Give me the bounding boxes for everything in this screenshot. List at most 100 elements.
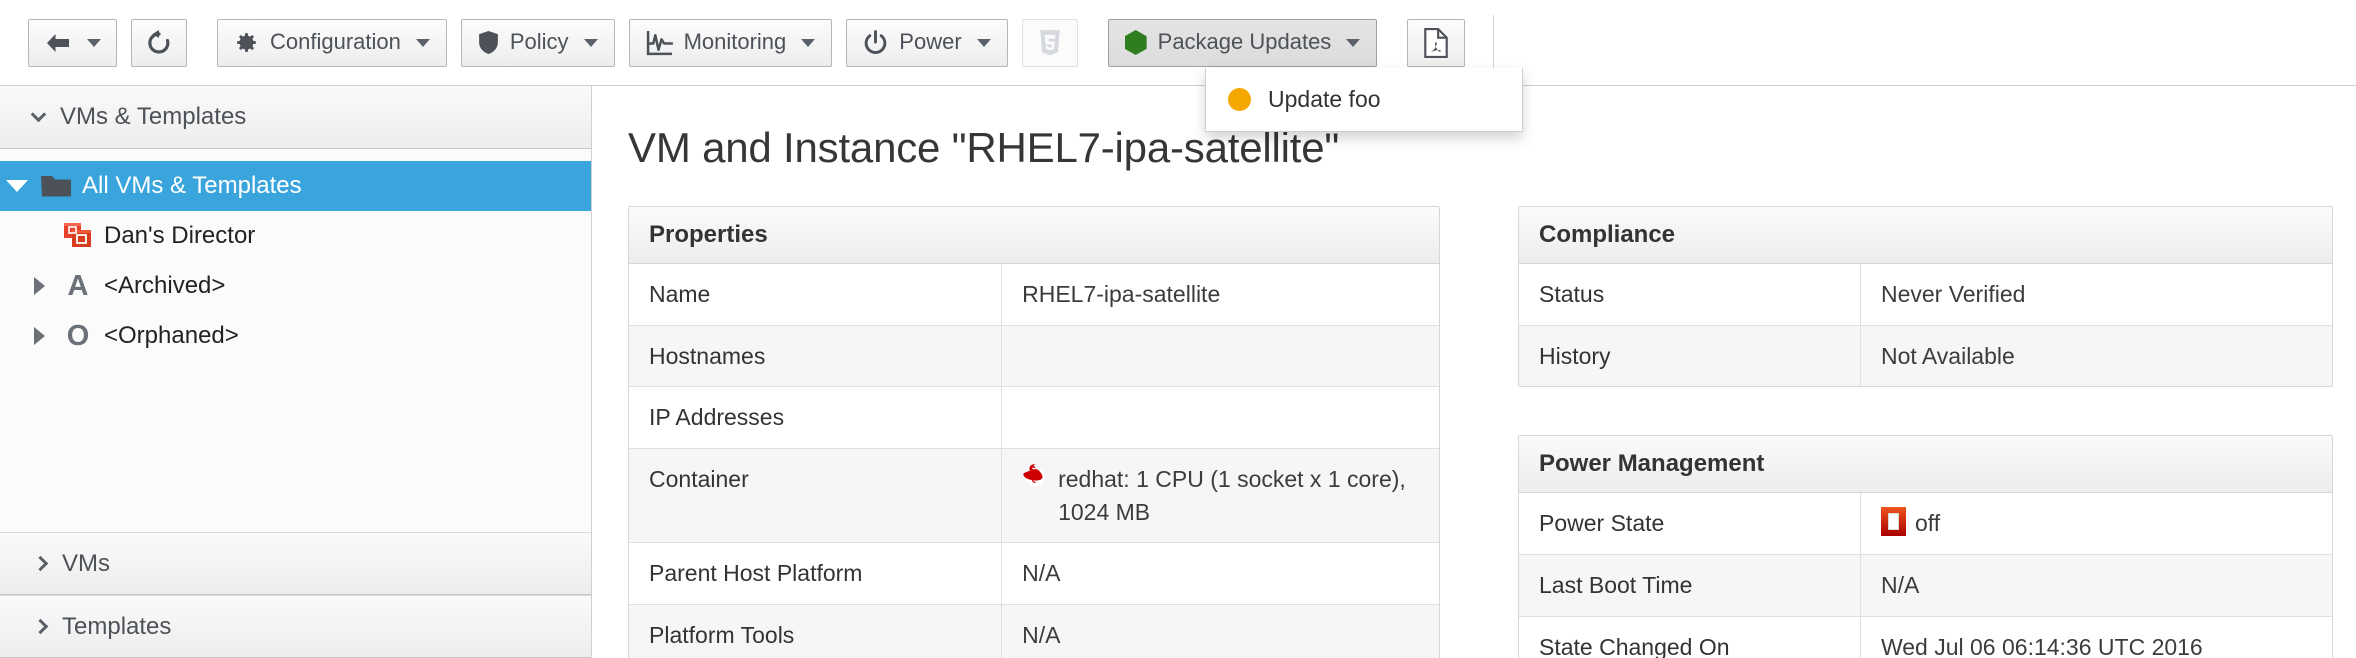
html5-console-button[interactable] [1022, 19, 1078, 67]
right-column: Compliance Status Never Verified History… [1518, 206, 2333, 658]
row-value: Not Available [1860, 325, 2332, 386]
table-row: Hostnames [629, 325, 1439, 387]
orange-dot-icon [1228, 88, 1251, 111]
tree-item-label: <Orphaned> [100, 322, 239, 350]
row-key: Hostnames [629, 325, 1002, 387]
properties-panel-title: Properties [629, 207, 1439, 264]
row-value: off [1915, 507, 1940, 540]
sidebar-section-label: VMs & Templates [60, 103, 246, 131]
row-key: IP Addresses [629, 387, 1002, 449]
row-key: History [1519, 325, 1860, 386]
arrow-left-icon [44, 31, 72, 55]
monitoring-button[interactable]: Monitoring [629, 19, 833, 67]
row-value [1002, 387, 1439, 449]
nav-button-group [28, 19, 187, 67]
letter-a-icon: A [56, 272, 100, 301]
row-value-power-state: off [1860, 493, 2332, 554]
tree-item-label: <Archived> [100, 272, 225, 300]
package-updates-button[interactable]: Package Updates [1108, 19, 1378, 67]
hexagon-icon [1125, 30, 1147, 55]
tree-item-label: All VMs & Templates [78, 172, 302, 200]
chevron-down-icon [31, 107, 47, 123]
table-row: Container redhat: 1 CPU (1 socket x 1 co… [629, 448, 1439, 542]
tree-item-all-vms-and-templates[interactable]: All VMs & Templates [0, 161, 591, 211]
row-value [1002, 325, 1439, 387]
power-button-label: Power [899, 31, 961, 55]
power-management-panel: Power Management Power State off [1518, 435, 2333, 658]
power-management-table: Power State off Last Boot Time N/A [1519, 493, 2332, 658]
vm-tree: All VMs & Templates Dan's Director [0, 149, 591, 532]
tree-twisty-expanded[interactable] [0, 180, 34, 192]
tree-twisty-collapsed[interactable] [22, 277, 56, 295]
configuration-button-label: Configuration [270, 31, 401, 55]
row-value: redhat: 1 CPU (1 socket x 1 core), 1024 … [1058, 463, 1419, 528]
row-key: Container [629, 448, 1002, 542]
back-button[interactable] [28, 19, 117, 67]
row-value: RHEL7-ipa-satellite [1002, 264, 1439, 325]
monitoring-button-label: Monitoring [684, 31, 787, 55]
triangle-right-icon [34, 327, 45, 345]
row-key: Name [629, 264, 1002, 325]
sidebar-section-label: Templates [62, 613, 171, 641]
configuration-button[interactable]: Configuration [217, 19, 447, 67]
sidebar-section-vms[interactable]: VMs [0, 532, 591, 595]
table-row: Platform Tools N/A [629, 604, 1439, 658]
policy-button-label: Policy [510, 31, 569, 55]
html5-icon [1038, 29, 1062, 57]
triangle-down-icon [6, 180, 28, 192]
tree-twisty-collapsed[interactable] [22, 327, 56, 345]
row-value: Never Verified [1860, 264, 2332, 325]
row-key: Platform Tools [629, 604, 1002, 658]
row-key: Power State [1519, 493, 1860, 554]
table-row: Power State off [1519, 493, 2332, 554]
refresh-button[interactable] [131, 19, 187, 67]
chevron-down-icon [977, 39, 991, 47]
vm-cluster-icon [56, 221, 100, 251]
letter-o-icon: O [56, 322, 100, 351]
chevron-down-icon [416, 39, 430, 47]
download-pdf-button[interactable] [1407, 19, 1465, 67]
chevron-right-icon [33, 556, 49, 572]
row-key: Last Boot Time [1519, 554, 1860, 616]
chevron-down-icon [87, 39, 101, 47]
row-key: State Changed On [1519, 616, 1860, 658]
row-key: Parent Host Platform [629, 543, 1002, 605]
tree-item-dans-director[interactable]: Dan's Director [0, 211, 591, 261]
chevron-down-icon [584, 39, 598, 47]
panel-columns: Properties Name RHEL7-ipa-satellite Host… [628, 206, 2356, 658]
row-value: Wed Jul 06 06:14:36 UTC 2016 [1860, 616, 2332, 658]
policy-button[interactable]: Policy [461, 19, 615, 67]
table-row: State Changed On Wed Jul 06 06:14:36 UTC… [1519, 616, 2332, 658]
tree-item-label: Dan's Director [100, 222, 255, 250]
tree-item-archived[interactable]: A <Archived> [0, 261, 591, 311]
sidebar-section-vms-and-templates[interactable]: VMs & Templates [0, 86, 591, 149]
triangle-right-icon [34, 277, 45, 295]
table-row: Last Boot Time N/A [1519, 554, 2332, 616]
chevron-down-icon [1346, 39, 1360, 47]
compliance-panel-title: Compliance [1519, 207, 2332, 264]
sidebar-section-templates[interactable]: Templates [0, 595, 591, 658]
table-row: Status Never Verified [1519, 264, 2332, 325]
power-button[interactable]: Power [846, 19, 1007, 67]
package-updates-menu: Update foo [1205, 68, 1523, 132]
compliance-table: Status Never Verified History Not Availa… [1519, 264, 2332, 386]
pdf-file-icon [1423, 28, 1449, 58]
tree-item-orphaned[interactable]: O <Orphaned> [0, 311, 591, 361]
menu-item-update-foo[interactable]: Update foo [1206, 76, 1522, 123]
chevron-right-icon [33, 619, 49, 635]
compliance-panel: Compliance Status Never Verified History… [1518, 206, 2333, 387]
chart-line-icon [646, 30, 673, 56]
row-value: N/A [1002, 604, 1439, 658]
refresh-icon [147, 30, 171, 56]
main-content: VM and Instance "RHEL7-ipa-satellite" Pr… [592, 86, 2356, 658]
power-icon [863, 30, 888, 55]
power-management-panel-title: Power Management [1519, 436, 2332, 493]
table-row: IP Addresses [629, 387, 1439, 449]
table-row: Name RHEL7-ipa-satellite [629, 264, 1439, 325]
page-body: VMs & Templates All VMs & Templates [0, 86, 2356, 658]
folder-icon [34, 173, 78, 199]
sidebar-section-label: VMs [62, 550, 110, 578]
properties-panel: Properties Name RHEL7-ipa-satellite Host… [628, 206, 1440, 658]
gear-icon [234, 30, 259, 55]
power-off-icon [1881, 507, 1906, 536]
